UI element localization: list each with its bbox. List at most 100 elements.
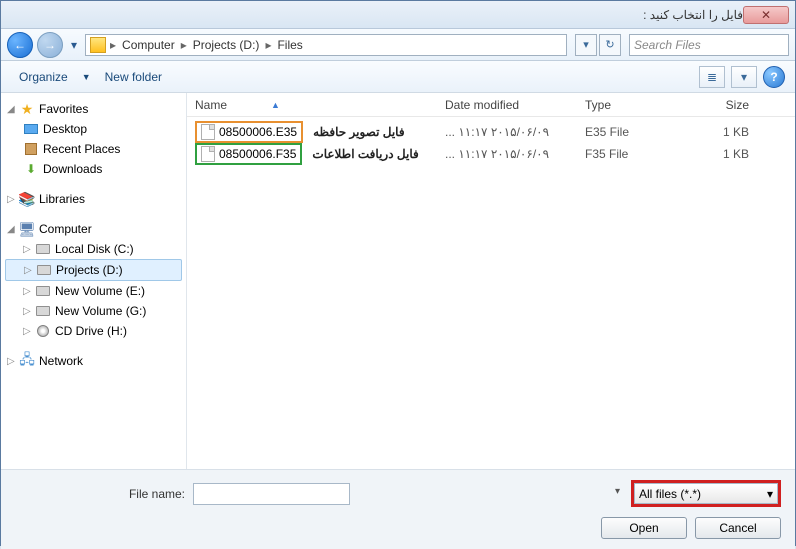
highlight-e35: 08500006.E35 (195, 121, 303, 143)
network-group: ▷ 🖧 Network (1, 351, 186, 371)
favorites-header[interactable]: ◢ ★ Favorites (1, 99, 186, 119)
folder-icon (90, 37, 106, 53)
filter-highlight: All files (*.*) ▾ (631, 480, 781, 507)
file-size: 1 KB (677, 147, 757, 161)
expand-icon: ▷ (23, 286, 35, 297)
sidebar-item-recent[interactable]: Recent Places (1, 139, 186, 159)
file-name: 08500006.E35 (219, 125, 297, 139)
list-view-icon: ≣ (707, 70, 717, 84)
cd-icon (37, 325, 49, 337)
libraries-group: ▷ 📚 Libraries (1, 189, 186, 209)
bottom-panel: File name: ▾ All files (*.*) ▾ Open Canc… (1, 469, 795, 549)
disk-icon (36, 306, 50, 316)
favorites-group: ◢ ★ Favorites Desktop Recent Places ⬇Dow… (1, 99, 186, 179)
computer-label: Computer (39, 222, 92, 236)
filter-text: All files (*.*) (639, 487, 701, 501)
column-header: Name▲ Date modified Type Size (187, 93, 795, 117)
column-name[interactable]: Name▲ (187, 98, 437, 112)
back-button[interactable]: ← (7, 32, 33, 58)
sidebar-item-volume-e[interactable]: ▷New Volume (E:) (1, 281, 186, 301)
address-tools: ▾ ↻ (575, 34, 621, 56)
refresh-button[interactable]: ↻ (599, 34, 621, 56)
close-icon: ✕ (761, 8, 771, 22)
column-date[interactable]: Date modified (437, 98, 577, 112)
file-row[interactable]: 08500006.E35 فایل تصویر حافظه ۲۰۱۵/۰۶/۰۹… (187, 121, 795, 143)
disk-icon (36, 244, 50, 254)
help-button[interactable]: ? (763, 66, 785, 88)
help-icon: ? (770, 70, 777, 84)
file-type: E35 File (577, 125, 677, 139)
chevron-right-icon: ▸ (108, 38, 118, 52)
expand-icon: ▷ (7, 356, 19, 367)
sidebar-item-downloads[interactable]: ⬇Downloads (1, 159, 186, 179)
expand-icon: ▷ (23, 326, 35, 337)
file-icon (201, 146, 215, 162)
forward-button[interactable]: → (37, 32, 63, 58)
file-type-filter[interactable]: All files (*.*) ▾ (634, 483, 778, 504)
download-icon: ⬇ (23, 161, 39, 177)
favorites-label: Favorites (39, 102, 88, 116)
address-bar[interactable]: ▸ Computer ▸ Projects (D:) ▸ Files (85, 34, 567, 56)
sidebar-item-cd-h[interactable]: ▷CD Drive (H:) (1, 321, 186, 341)
file-date: ۲۰۱۵/۰۶/۰۹ ۱۱:۱۷ ... (437, 147, 577, 161)
computer-group: ◢ 🖥 Computer ▷Local Disk (C:) ▷Projects … (1, 219, 186, 341)
disk-icon (37, 265, 51, 275)
recent-icon (25, 143, 37, 155)
filename-row: File name: ▾ All files (*.*) ▾ (15, 480, 781, 507)
computer-header[interactable]: ◢ 🖥 Computer (1, 219, 186, 239)
addr-dropdown[interactable]: ▾ (575, 34, 597, 56)
navigation-bar: ← → ▾ ▸ Computer ▸ Projects (D:) ▸ Files… (1, 29, 795, 61)
window-title: فایل را انتخاب کنید : (7, 8, 743, 22)
star-icon: ★ (19, 101, 35, 117)
network-label: Network (39, 354, 83, 368)
libraries-icon: 📚 (19, 191, 35, 207)
file-name: 08500006.F35 (219, 147, 296, 161)
filename-input[interactable] (193, 483, 350, 505)
body-area: ◢ ★ Favorites Desktop Recent Places ⬇Dow… (1, 93, 795, 469)
expand-icon: ▷ (24, 265, 36, 276)
column-size[interactable]: Size (677, 98, 757, 112)
chevron-right-icon: ▸ (179, 38, 189, 52)
chevron-right-icon: ▸ (263, 38, 273, 52)
expand-icon: ▷ (23, 306, 35, 317)
annotation-memory-image: فایل تصویر حافظه (313, 125, 404, 139)
cancel-button[interactable]: Cancel (695, 517, 781, 539)
breadcrumb-files[interactable]: Files (273, 38, 306, 52)
file-row[interactable]: 08500006.F35 فایل دریافت اطلاعات ۲۰۱۵/۰۶… (187, 143, 795, 165)
sidebar-item-localdisk-c[interactable]: ▷Local Disk (C:) (1, 239, 186, 259)
sidebar-item-desktop[interactable]: Desktop (1, 119, 186, 139)
organize-menu[interactable]: Organize (11, 66, 76, 88)
file-type: F35 File (577, 147, 677, 161)
file-open-dialog: فایل را انتخاب کنید : ✕ ← → ▾ ▸ Computer… (0, 0, 796, 546)
expand-icon: ▷ (7, 194, 19, 205)
libraries-label: Libraries (39, 192, 85, 206)
navigation-sidebar: ◢ ★ Favorites Desktop Recent Places ⬇Dow… (1, 93, 187, 469)
column-type[interactable]: Type (577, 98, 677, 112)
libraries-header[interactable]: ▷ 📚 Libraries (1, 189, 186, 209)
collapse-icon: ◢ (7, 104, 19, 115)
file-size: 1 KB (677, 125, 757, 139)
sidebar-item-volume-g[interactable]: ▷New Volume (G:) (1, 301, 186, 321)
arrow-right-icon: → (44, 38, 56, 52)
filename-dropdown[interactable]: ▾ (615, 486, 620, 497)
arrow-left-icon: ← (14, 38, 26, 52)
annotation-receive-data: فایل دریافت اطلاعات (312, 147, 418, 161)
new-folder-button[interactable]: New folder (97, 66, 170, 88)
file-date: ۲۰۱۵/۰۶/۰۹ ۱۱:۱۷ ... (437, 125, 577, 139)
breadcrumb-computer[interactable]: Computer (118, 38, 179, 52)
open-button[interactable]: Open (601, 517, 687, 539)
desktop-icon (24, 124, 38, 134)
view-options-button[interactable]: ≣ (699, 66, 725, 88)
breadcrumb-projects[interactable]: Projects (D:) (189, 38, 264, 52)
disk-icon (36, 286, 50, 296)
expand-icon: ▷ (23, 244, 35, 255)
file-icon (201, 124, 215, 140)
history-dropdown[interactable]: ▾ (67, 35, 81, 55)
button-row: Open Cancel (15, 517, 781, 539)
view-dropdown[interactable]: ▾ (731, 66, 757, 88)
sidebar-item-projects-d[interactable]: ▷Projects (D:) (5, 259, 182, 281)
network-header[interactable]: ▷ 🖧 Network (1, 351, 186, 371)
titlebar: فایل را انتخاب کنید : ✕ (1, 1, 795, 29)
close-button[interactable]: ✕ (743, 6, 789, 24)
search-input[interactable]: Search Files (629, 34, 789, 56)
